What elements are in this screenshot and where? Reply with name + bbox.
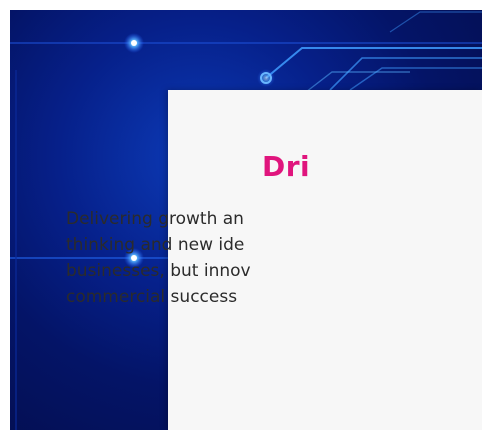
card-body-line: businesses, but innov: [66, 261, 251, 281]
card-body-line: commercial success: [66, 287, 238, 307]
card-title: Dri: [262, 150, 311, 183]
card-body-line: thinking and new ide: [66, 235, 245, 255]
card-body-text: Delivering growth an thinking and new id…: [66, 206, 366, 310]
page: Dri Delivering growth an thinking and ne…: [0, 0, 482, 430]
card-body-line: Delivering growth an: [66, 209, 244, 229]
